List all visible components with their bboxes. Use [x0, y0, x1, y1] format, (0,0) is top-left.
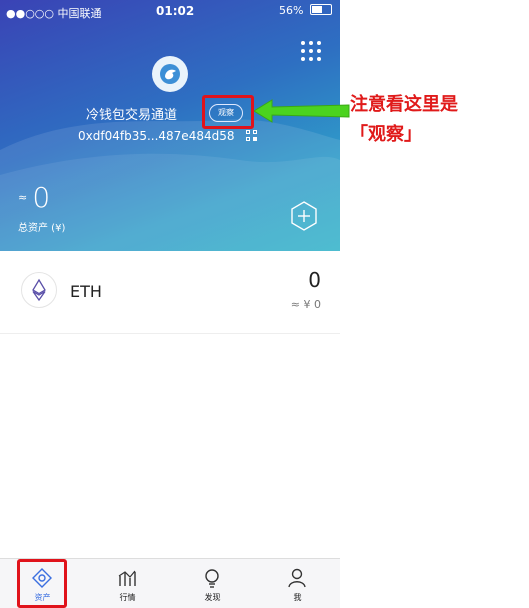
- carrier-label: ●●○○○ 中国联通: [6, 7, 102, 20]
- total-balance: ≈ 0: [18, 181, 50, 214]
- ethereum-icon: [21, 272, 57, 308]
- profile-icon: [288, 568, 306, 588]
- add-token-button[interactable]: [289, 201, 319, 231]
- tab-market[interactable]: 行情: [85, 559, 170, 608]
- balance-value: 0: [32, 181, 51, 214]
- market-icon: [118, 570, 136, 586]
- menu-grid-icon[interactable]: [301, 41, 321, 61]
- watch-badge-highlight: [202, 95, 254, 129]
- tab-market-label: 行情: [119, 593, 136, 602]
- clock: 01:02: [156, 4, 195, 18]
- wallet-name: 冷钱包交易通道: [86, 108, 178, 123]
- wallet-address[interactable]: 0xdf04fb35...487e484d58: [78, 129, 234, 143]
- pointer-arrow-icon: [254, 99, 350, 123]
- discover-icon: [205, 569, 219, 588]
- plus-hexagon-icon: [291, 201, 317, 231]
- token-row-eth[interactable]: ETH 0 ≈ ¥ 0: [0, 251, 340, 334]
- battery-percent: 56%: [279, 4, 304, 17]
- annotation-note: 注意看这里是 「观察」: [350, 90, 525, 150]
- qr-code-icon[interactable]: [246, 130, 258, 142]
- tab-discover-label: 发现: [204, 593, 221, 602]
- battery-icon: [310, 4, 332, 15]
- token-fiat-value: ≈ ¥ 0: [290, 298, 321, 311]
- tab-profile-label: 我: [293, 593, 302, 602]
- assets-tab-highlight: [17, 559, 67, 608]
- token-amount: 0: [308, 268, 321, 292]
- phone-screen: ●●○○○ 中国联通 01:02 56% 冷钱包交易通道 观察 0xdf04fb…: [0, 0, 340, 608]
- balance-approx-sign: ≈: [18, 191, 28, 204]
- annotation-line-1: 注意看这里是: [350, 94, 458, 115]
- wallet-logo-icon: [152, 56, 188, 92]
- total-assets-label: 总资产 (¥): [18, 223, 66, 234]
- tab-profile[interactable]: 我: [255, 559, 340, 608]
- tab-discover[interactable]: 发现: [170, 559, 255, 608]
- status-right: 56%: [279, 4, 332, 17]
- annotation-line-2: 「观察」: [350, 124, 422, 145]
- status-bar: ●●○○○ 中国联通 01:02 56%: [0, 0, 340, 22]
- token-symbol: ETH: [70, 282, 102, 301]
